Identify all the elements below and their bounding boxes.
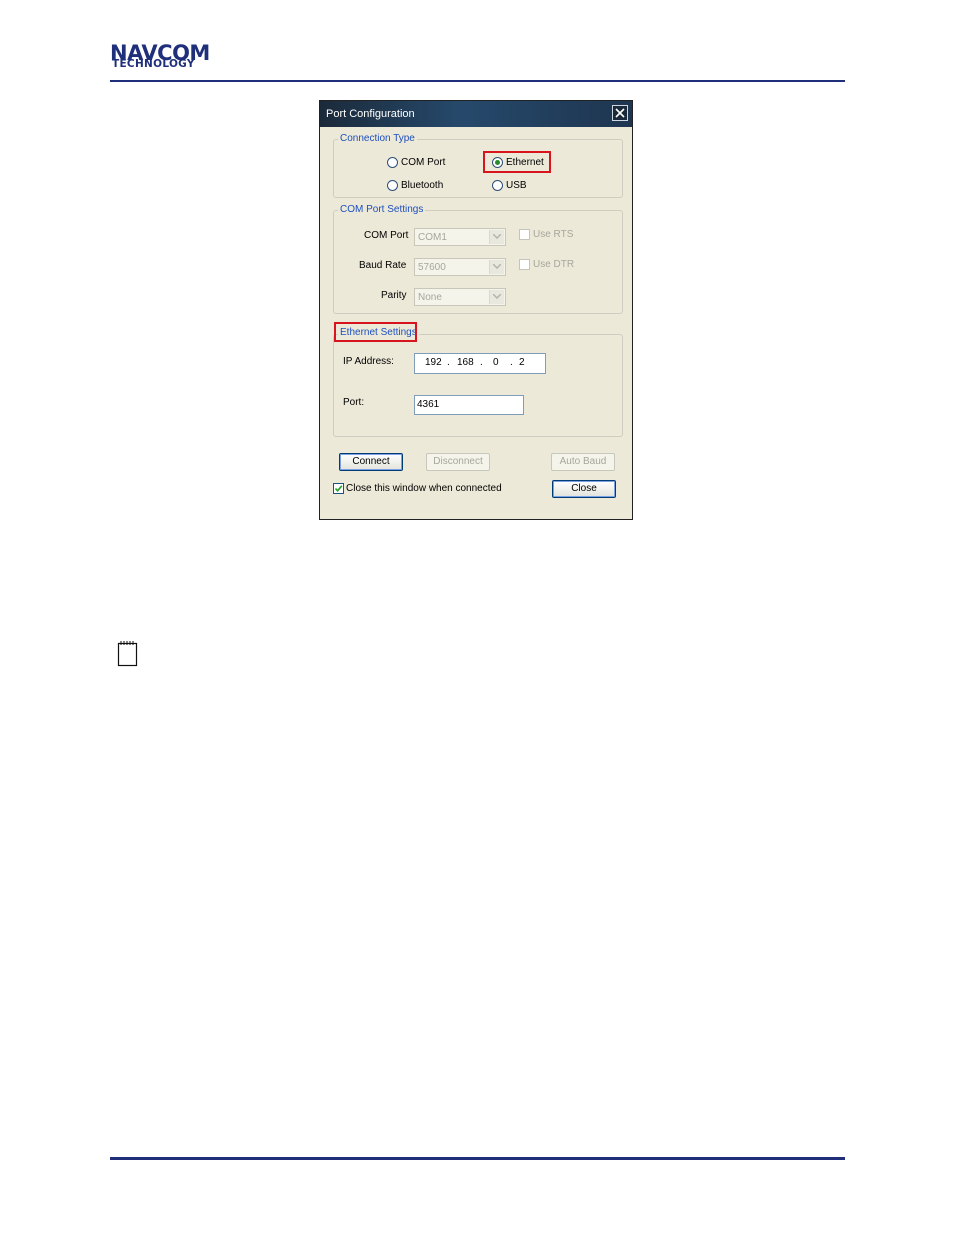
ip-address-input[interactable]: 192 . 168 . 0 . 2 — [414, 353, 546, 374]
baud-rate-value: 57600 — [418, 262, 446, 273]
ethernet-settings-group — [333, 334, 623, 437]
radio-com-port-label[interactable]: COM Port — [401, 157, 445, 168]
close-when-connected-label[interactable]: Close this window when connected — [346, 483, 502, 494]
use-dtr-label: Use DTR — [533, 259, 575, 270]
parity-value: None — [418, 292, 442, 303]
port-configuration-window: Port Configuration Connection Type COM P… — [319, 100, 633, 520]
connection-type-group — [333, 139, 623, 198]
chevron-down-icon[interactable] — [489, 260, 504, 274]
chevron-down-icon[interactable] — [489, 230, 504, 244]
radio-usb[interactable] — [492, 180, 503, 191]
ethernet-settings-highlight-box — [334, 322, 417, 342]
ip-octet-1: 192 — [425, 357, 442, 368]
chevron-down-icon[interactable] — [489, 290, 504, 304]
com-port-label: COM Port — [364, 230, 409, 241]
parity-select[interactable]: None — [414, 288, 506, 306]
navcom-logo: NAVCOM TECHNOLOGY — [110, 42, 235, 72]
use-rts-checkbox[interactable] — [519, 229, 530, 240]
notepad-icon — [116, 640, 140, 668]
window-title: Port Configuration — [326, 108, 415, 120]
radio-usb-label[interactable]: USB — [506, 180, 527, 191]
ip-octet-2: 168 — [457, 357, 474, 368]
radio-bluetooth[interactable] — [387, 180, 398, 191]
use-dtr-checkbox[interactable] — [519, 259, 530, 270]
ip-address-label: IP Address: — [343, 356, 394, 367]
baud-rate-select[interactable]: 57600 — [414, 258, 506, 276]
port-label: Port: — [343, 397, 365, 408]
com-port-select[interactable]: COM1 — [414, 228, 506, 246]
port-input[interactable]: 4361 — [414, 395, 524, 415]
close-when-connected-checkbox[interactable] — [333, 483, 344, 494]
ethernet-highlight-box — [483, 151, 551, 173]
close-button[interactable]: Close — [552, 480, 616, 498]
logo-tagline: TECHNOLOGY — [112, 58, 195, 70]
com-port-value: COM1 — [418, 232, 447, 243]
use-rts-label: Use RTS — [533, 229, 574, 240]
radio-com-port[interactable] — [387, 157, 398, 168]
com-port-settings-legend: COM Port Settings — [338, 204, 426, 216]
header-rule — [110, 80, 845, 82]
baud-rate-label: Baud Rate — [359, 260, 407, 271]
connection-type-legend: Connection Type — [338, 133, 417, 145]
radio-bluetooth-label[interactable]: Bluetooth — [401, 180, 443, 191]
ip-octet-3: 0 — [493, 357, 499, 368]
disconnect-button[interactable]: Disconnect — [426, 453, 490, 471]
connect-button[interactable]: Connect — [339, 453, 403, 471]
footer-rule — [110, 1157, 845, 1160]
close-icon[interactable] — [612, 105, 628, 121]
title-bar: Port Configuration — [320, 101, 632, 127]
parity-label: Parity — [381, 290, 407, 301]
ip-octet-4: 2 — [519, 357, 525, 368]
auto-baud-button[interactable]: Auto Baud — [551, 453, 615, 471]
dialog-client-area: Connection Type COM Port Ethernet Blueto… — [320, 127, 632, 519]
